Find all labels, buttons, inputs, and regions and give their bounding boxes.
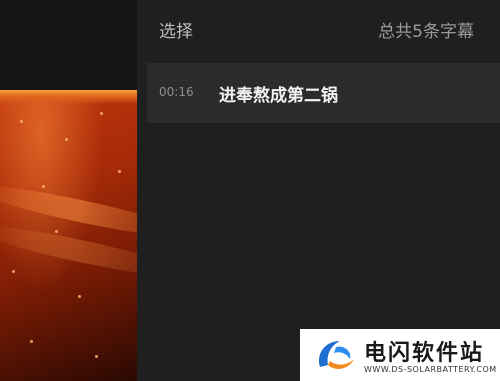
video-spark: [100, 112, 103, 115]
subtitle-panel: 选择 总共5条字幕 00:16 进奉熬成第二锅: [137, 0, 500, 381]
video-spark: [95, 355, 98, 358]
video-spark: [65, 138, 68, 141]
video-spark: [30, 340, 33, 343]
subtitle-count-label: 总共5条字幕: [378, 22, 474, 42]
watermark-url: WWW.DS-SOLARBATTERY.COM: [364, 365, 497, 374]
subtitle-timestamp: 00:16: [159, 85, 194, 99]
subtitle-list-item[interactable]: 00:16 进奉熬成第二锅: [147, 63, 500, 123]
select-button[interactable]: 选择: [159, 17, 193, 42]
video-spark: [118, 170, 121, 173]
panel-header: 选择 总共5条字幕: [137, 0, 500, 58]
video-spark: [78, 295, 81, 298]
subtitle-text: 进奉熬成第二锅: [219, 86, 338, 106]
watermark-title: 电闪软件站: [364, 341, 485, 366]
video-spark: [20, 120, 23, 123]
video-spark: [55, 230, 58, 233]
video-letterbox: [0, 0, 137, 90]
video-spark: [42, 185, 45, 188]
blue-orange-swoosh-logo-icon: [318, 341, 354, 369]
video-spark: [12, 270, 15, 273]
video-glow-edge: [0, 90, 137, 104]
watermark: 电闪软件站 WWW.DS-SOLARBATTERY.COM: [300, 329, 500, 381]
video-preview[interactable]: [0, 90, 137, 381]
app-root: 选择 总共5条字幕 00:16 进奉熬成第二锅 电闪软件站 WWW.DS-SOL…: [0, 0, 500, 381]
